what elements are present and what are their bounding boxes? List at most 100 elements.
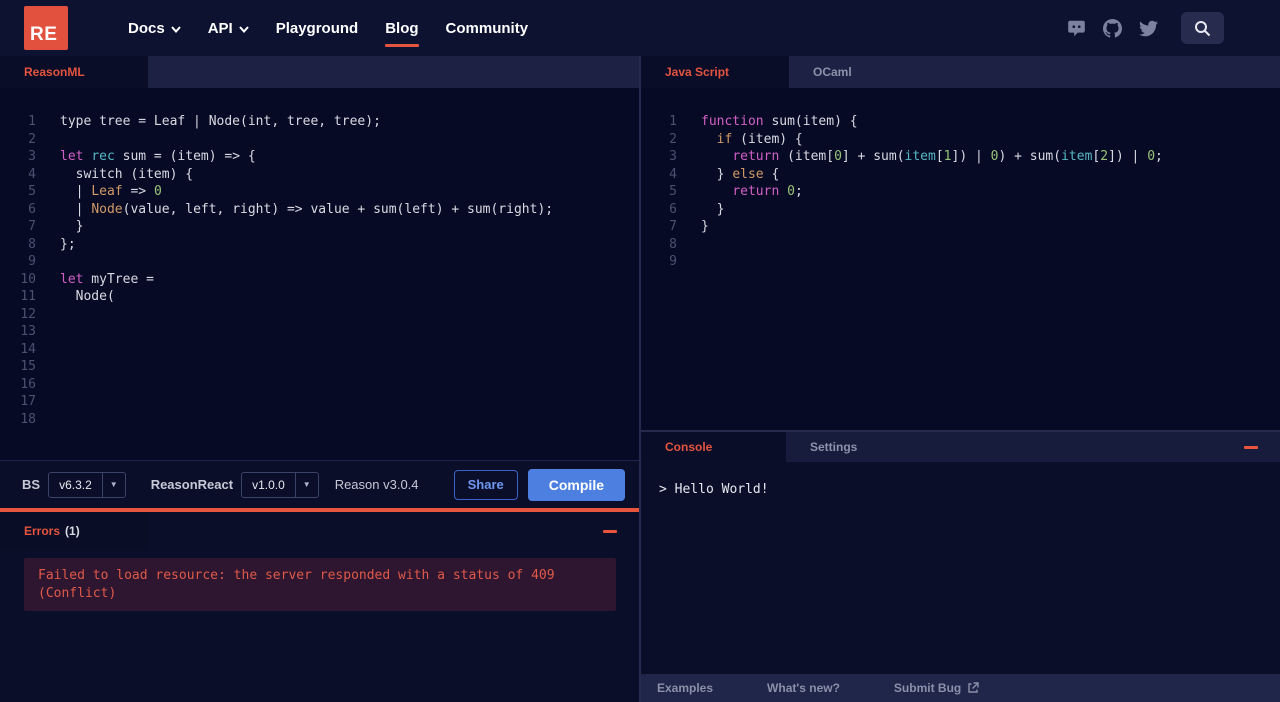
code-line[interactable]: 16	[0, 376, 639, 394]
code-line[interactable]: 3 let rec sum = (item) => {	[0, 148, 639, 166]
code-line[interactable]: 15	[0, 358, 639, 376]
left-tabbar: ReasonML	[0, 56, 639, 88]
code-line[interactable]: 8	[641, 236, 1280, 254]
external-link-icon	[968, 682, 979, 693]
chevron-down-icon	[238, 25, 249, 33]
discord-icon[interactable]	[1067, 19, 1086, 38]
code-line[interactable]: 7}	[641, 218, 1280, 236]
line-number: 7	[669, 219, 677, 234]
code-line[interactable]: 17	[0, 393, 639, 411]
code-text: if (item) {	[716, 131, 803, 147]
line-number: 10	[20, 271, 36, 287]
github-icon[interactable]	[1103, 18, 1122, 38]
code-text: }	[701, 219, 709, 234]
tab-ocaml[interactable]: OCaml	[789, 56, 876, 88]
minus-icon	[603, 529, 617, 533]
right-tabbar: Java Script OCaml	[641, 56, 1280, 88]
tab-errors[interactable]: Errors (1)	[0, 512, 148, 550]
errors-count-badge: (1)	[65, 524, 80, 538]
line-number: 14	[20, 341, 36, 357]
line-number: 2	[28, 131, 36, 147]
line-number: 7	[28, 219, 36, 234]
output-panel: Java Script OCaml 1 function sum(item) {2…	[641, 56, 1280, 702]
reasonreact-version-select[interactable]: v1.0.0 ▼	[241, 471, 319, 498]
code-line[interactable]: 10 let myTree =	[0, 271, 639, 289]
bs-version-select[interactable]: v6.3.2 ▼	[48, 471, 126, 498]
line-number: 17	[20, 394, 36, 409]
code-text: type tree = Leaf | Node(int, tree, tree)…	[60, 114, 381, 129]
editor-toolbar: BS v6.3.2 ▼ ReasonReact v1.0.0 ▼ Reason …	[0, 460, 639, 508]
compile-button[interactable]: Compile	[527, 468, 625, 501]
tab-javascript[interactable]: Java Script	[641, 56, 789, 88]
line-number: 11	[20, 289, 36, 304]
main-area: ReasonML 1 type tree = Leaf | Node(int, t…	[0, 56, 1280, 702]
tab-label: Console	[665, 440, 713, 454]
line-number: 3	[28, 149, 36, 164]
nav-item-api[interactable]: API	[208, 20, 249, 37]
code-line[interactable]: 1 type tree = Leaf | Node(int, tree, tree…	[0, 113, 639, 131]
whats-new-link[interactable]: What's new?	[767, 681, 840, 695]
dropdown-arrow-icon: ▼	[101, 472, 125, 497]
code-text: return (item[0] + sum(item[1]) | 0) + su…	[732, 149, 1163, 164]
code-line[interactable]: 2	[0, 131, 639, 149]
line-number: 4	[669, 166, 677, 182]
chevron-down-icon	[170, 25, 181, 33]
reason-version-text: Reason v3.0.4	[334, 477, 419, 492]
tab-settings[interactable]: Settings	[786, 432, 881, 462]
header: RE Docs API Playground Blog Community	[0, 0, 1280, 56]
tab-reasonml[interactable]: ReasonML	[0, 56, 148, 88]
code-line[interactable]: 2 if (item) {	[641, 131, 1280, 149]
code-line[interactable]: 8};	[0, 236, 639, 254]
line-number: 5	[669, 184, 677, 199]
minus-icon	[1244, 445, 1258, 449]
code-line[interactable]: 13	[0, 323, 639, 341]
code-line[interactable]: 3 return (item[0] + sum(item[1]) | 0) + …	[641, 148, 1280, 166]
line-number: 12	[20, 306, 36, 322]
header-actions	[1067, 12, 1224, 44]
tab-console[interactable]: Console	[641, 432, 786, 462]
playground-footer: Examples What's new? Submit Bug	[641, 674, 1280, 702]
reason-logo[interactable]: RE	[24, 6, 68, 50]
nav-label: Community	[445, 19, 529, 37]
nav-item-docs[interactable]: Docs	[128, 20, 181, 37]
examples-link[interactable]: Examples	[657, 681, 713, 695]
code-line[interactable]: 6 | Node(value, left, right) => value + …	[0, 201, 639, 219]
code-line[interactable]: 11 Node(	[0, 288, 639, 306]
js-output-editor[interactable]: 1 function sum(item) {2 if (item) {3 retu…	[641, 88, 1280, 430]
code-line[interactable]: 5 | Leaf => 0	[0, 183, 639, 201]
submit-bug-link[interactable]: Submit Bug	[894, 681, 979, 695]
share-button[interactable]: Share	[453, 469, 518, 500]
code-text: return 0;	[732, 184, 803, 199]
line-number: 15	[20, 359, 36, 374]
twitter-icon[interactable]	[1139, 19, 1158, 38]
line-number: 16	[20, 376, 36, 392]
nav-item-playground[interactable]: Playground	[276, 20, 359, 37]
nav-item-community[interactable]: Community	[446, 20, 529, 37]
nav-item-blog[interactable]: Blog	[385, 19, 419, 47]
reason-code-editor[interactable]: 1 type tree = Leaf | Node(int, tree, tree…	[0, 88, 639, 460]
error-message: Failed to load resource: the server resp…	[24, 558, 616, 611]
code-line[interactable]: 4 switch (item) {	[0, 166, 639, 184]
code-line[interactable]: 9	[0, 253, 639, 271]
code-line[interactable]: 9	[641, 253, 1280, 271]
line-number: 4	[28, 166, 36, 182]
tab-label: OCaml	[813, 65, 852, 79]
code-line[interactable]: 1 function sum(item) {	[641, 113, 1280, 131]
line-number: 8	[669, 236, 677, 252]
code-line[interactable]: 14	[0, 341, 639, 359]
collapse-errors-button[interactable]	[599, 526, 621, 537]
code-line[interactable]: 12	[0, 306, 639, 324]
code-line[interactable]: 4 } else {	[641, 166, 1280, 184]
nav-label: Blog	[385, 19, 419, 37]
code-line[interactable]: 6 }	[641, 201, 1280, 219]
reasonreact-version-value: v1.0.0	[252, 477, 285, 492]
code-line[interactable]: 18	[0, 411, 639, 429]
reasonreact-label: ReasonReact	[150, 477, 234, 492]
code-text: | Node(value, left, right) => value + su…	[60, 201, 554, 217]
code-line[interactable]: 5 return 0;	[641, 183, 1280, 201]
code-line[interactable]: 7 }	[0, 218, 639, 236]
line-number: 6	[669, 201, 677, 217]
code-text: };	[60, 236, 76, 252]
search-button[interactable]	[1181, 12, 1224, 44]
collapse-console-button[interactable]	[1240, 432, 1262, 462]
